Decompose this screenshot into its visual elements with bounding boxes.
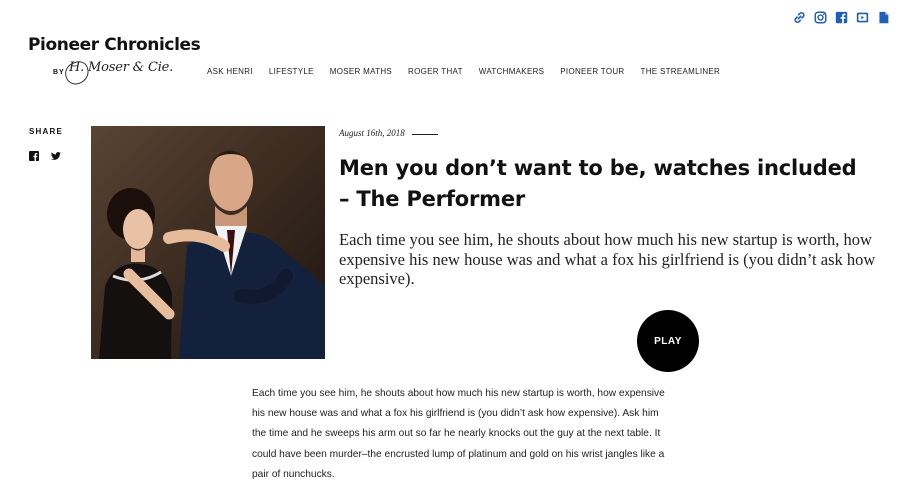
article-headline: Men you don’t want to be, watches includ… [339, 156, 857, 211]
nav-the-streamliner[interactable]: THE STREAMLINER [641, 67, 721, 76]
facebook-icon[interactable] [833, 9, 849, 25]
youtube-icon[interactable] [854, 9, 870, 25]
brand-signature-logo: H. Moser & Cie. [69, 60, 174, 75]
play-button[interactable]: PLAY [637, 310, 699, 372]
link-icon[interactable] [791, 9, 807, 25]
document-icon[interactable] [875, 9, 891, 25]
article-body: Each time you see him, he shouts about h… [252, 388, 665, 480]
nav-pioneer-tour[interactable]: PIONEER TOUR [560, 67, 624, 76]
nav-lifestyle[interactable]: LIFESTYLE [269, 67, 314, 76]
twitter-icon[interactable] [51, 151, 61, 161]
article-date-row: August 16th, 2018 [339, 128, 438, 138]
site-brand[interactable]: Pioneer Chronicles BY H. Moser & Cie. [28, 35, 201, 76]
site-title[interactable]: Pioneer Chronicles [28, 35, 201, 55]
nav-ask-henri[interactable]: ASK HENRI [207, 67, 253, 76]
date-divider [411, 133, 438, 135]
main-nav: ASK HENRI LIFESTYLE MOSER MATHS ROGER TH… [207, 67, 736, 76]
brand-by-label: BY [53, 69, 65, 76]
instagram-icon[interactable] [812, 9, 828, 25]
nav-moser-maths[interactable]: MOSER MATHS [330, 67, 392, 76]
share-panel: SHARE [29, 127, 63, 161]
article-hero-image [91, 126, 325, 359]
social-links [791, 9, 891, 25]
nav-roger-that[interactable]: ROGER THAT [408, 67, 463, 76]
share-label: SHARE [29, 127, 64, 136]
article-lede: Each time you see him, he shouts about h… [339, 230, 876, 288]
nav-watchmakers[interactable]: WATCHMAKERS [479, 67, 545, 76]
facebook-icon[interactable] [29, 151, 39, 161]
article-date: August 16th, 2018 [339, 128, 405, 138]
